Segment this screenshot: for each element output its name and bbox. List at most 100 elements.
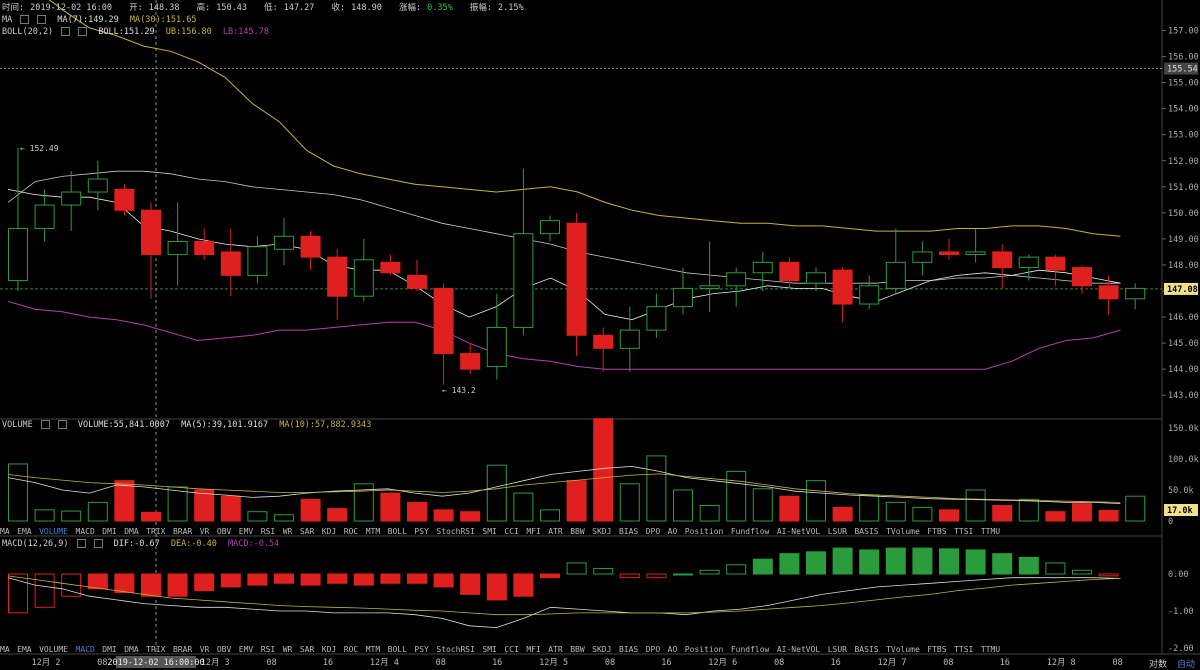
close-icon[interactable] bbox=[57, 420, 67, 429]
indicator-tab-brar[interactable]: BRAR bbox=[173, 527, 192, 536]
indicator-tab-sar[interactable]: SAR bbox=[300, 645, 314, 654]
indicator-tab-lsur[interactable]: LSUR bbox=[828, 527, 847, 536]
indicator-tab-ttmu[interactable]: TTMU bbox=[981, 527, 1000, 536]
indicator-tab-rsi[interactable]: RSI bbox=[261, 527, 275, 536]
indicator-tab-stochrsi[interactable]: StochRSI bbox=[436, 527, 475, 536]
indicator-tab-boll[interactable]: BOLL bbox=[388, 645, 407, 654]
indicator-tab-rsi[interactable]: RSI bbox=[261, 645, 275, 654]
indicator-tab-roc[interactable]: ROC bbox=[344, 527, 358, 536]
indicator-tab-roc[interactable]: ROC bbox=[344, 645, 358, 654]
indicator-tab-bbw[interactable]: BBW bbox=[570, 527, 584, 536]
indicator-tab-lsur[interactable]: LSUR bbox=[828, 645, 847, 654]
volume-bar bbox=[247, 511, 268, 522]
indicator-tab-dmi[interactable]: DMI bbox=[102, 645, 116, 654]
indicator-tab-vr[interactable]: VR bbox=[200, 645, 210, 654]
indicator-tab-dma[interactable]: DMA bbox=[124, 527, 138, 536]
indicator-tab-ma[interactable]: MA bbox=[0, 527, 10, 536]
candle-body bbox=[486, 326, 507, 368]
settings-icon[interactable] bbox=[40, 420, 50, 429]
indicator-tab-wr[interactable]: WR bbox=[283, 527, 293, 536]
auto-scale-button[interactable]: 自动 bbox=[1177, 657, 1195, 670]
indicator-tab-bbw[interactable]: BBW bbox=[570, 645, 584, 654]
indicator-tab-obv[interactable]: OBV bbox=[217, 527, 231, 536]
indicator-tab-wr[interactable]: WR bbox=[283, 645, 293, 654]
macd-axis-label: -1.00 bbox=[1168, 607, 1194, 617]
indicator-tab-vr[interactable]: VR bbox=[200, 527, 210, 536]
indicator-tab-atr[interactable]: ATR bbox=[548, 645, 562, 654]
settings-icon[interactable] bbox=[61, 27, 71, 36]
indicator-tab-ema[interactable]: EMA bbox=[17, 645, 31, 654]
indicator-tab-ema[interactable]: EMA bbox=[17, 527, 31, 536]
indicator-tab-position[interactable]: Position bbox=[685, 645, 724, 654]
log-scale-button[interactable]: 对数 bbox=[1149, 657, 1167, 670]
indicator-tab-fundflow[interactable]: Fundflow bbox=[731, 645, 770, 654]
indicator-tab-dmi[interactable]: DMI bbox=[102, 527, 116, 536]
close-icon[interactable] bbox=[78, 27, 88, 36]
indicator-tab-mtm[interactable]: MTM bbox=[366, 527, 380, 536]
indicator-tab-brar[interactable]: BRAR bbox=[173, 645, 192, 654]
indicator-tab-tvolume[interactable]: TVolume bbox=[886, 527, 920, 536]
macd-bar bbox=[726, 564, 747, 575]
grid-lines bbox=[0, 0, 1200, 655]
indicator-tab-mfi[interactable]: MFI bbox=[526, 645, 540, 654]
indicator-tab-smi[interactable]: SMI bbox=[482, 645, 496, 654]
candle-body bbox=[1072, 267, 1092, 287]
settings-icon[interactable] bbox=[76, 539, 86, 548]
indicator-tab-ttmu[interactable]: TTMU bbox=[981, 645, 1000, 654]
candle-body bbox=[1098, 285, 1119, 300]
indicator-tab-ftbs[interactable]: FTBS bbox=[927, 645, 946, 654]
indicator-tab-obv[interactable]: OBV bbox=[217, 645, 231, 654]
indicator-tab-sar[interactable]: SAR bbox=[300, 527, 314, 536]
indicator-tab-macd[interactable]: MACD bbox=[76, 527, 95, 536]
indicator-tab-psy[interactable]: PSY bbox=[414, 645, 428, 654]
indicator-tab-mfi[interactable]: MFI bbox=[526, 527, 540, 536]
indicator-tab-kdj[interactable]: KDJ bbox=[322, 527, 336, 536]
indicator-tab-ttsi[interactable]: TTSI bbox=[954, 527, 973, 536]
indicator-tab-position[interactable]: Position bbox=[685, 527, 724, 536]
indicator-tab-emv[interactable]: EMV bbox=[239, 527, 253, 536]
indicator-tab-kdj[interactable]: KDJ bbox=[322, 645, 336, 654]
candle bbox=[486, 293, 507, 380]
indicator-tab-ai-netvol[interactable]: AI-NetVOL bbox=[777, 645, 820, 654]
indicator-tab-trix[interactable]: TRIX bbox=[146, 645, 165, 654]
indicator-tab-cci[interactable]: CCI bbox=[504, 527, 518, 536]
indicator-tab-basis[interactable]: BASIS bbox=[854, 527, 878, 536]
indicator-tab-volume[interactable]: VOLUME bbox=[39, 645, 68, 654]
indicator-tab-basis[interactable]: BASIS bbox=[854, 645, 878, 654]
indicator-tab-stochrsi[interactable]: StochRSI bbox=[436, 645, 475, 654]
indicator-tab-ai-netvol[interactable]: AI-NetVOL bbox=[777, 527, 820, 536]
indicator-tab-ao[interactable]: AO bbox=[668, 527, 678, 536]
indicator-tab-ao[interactable]: AO bbox=[668, 645, 678, 654]
macd-bar bbox=[965, 549, 986, 575]
indicator-tab-skdj[interactable]: SKDJ bbox=[592, 527, 611, 536]
indicator-tab-volume[interactable]: VOLUME bbox=[39, 527, 68, 536]
indicator-tab-psy[interactable]: PSY bbox=[414, 527, 428, 536]
indicator-tab-emv[interactable]: EMV bbox=[239, 645, 253, 654]
indicator-tab-ftbs[interactable]: FTBS bbox=[927, 527, 946, 536]
time-axis-label: 12月 5 bbox=[539, 658, 568, 668]
indicator-tab-macd[interactable]: MACD bbox=[76, 645, 95, 654]
indicator-tab-ttsi[interactable]: TTSI bbox=[954, 645, 973, 654]
indicator-tab-dpo[interactable]: DPO bbox=[646, 645, 660, 654]
indicator-tab-dma[interactable]: DMA bbox=[124, 645, 138, 654]
indicator-tab-dpo[interactable]: DPO bbox=[646, 527, 660, 536]
close-icon[interactable] bbox=[37, 15, 47, 24]
indicator-tab-boll[interactable]: BOLL bbox=[388, 527, 407, 536]
price-axis-label: 150.00 bbox=[1168, 209, 1199, 219]
indicator-tab-bias[interactable]: BIAS bbox=[619, 645, 638, 654]
indicator-tab-ma[interactable]: MA bbox=[0, 645, 10, 654]
indicator-tab-skdj[interactable]: SKDJ bbox=[592, 645, 611, 654]
ma-label: MA bbox=[2, 15, 13, 25]
indicator-tab-smi[interactable]: SMI bbox=[482, 527, 496, 536]
settings-icon[interactable] bbox=[20, 15, 30, 24]
candle bbox=[1125, 283, 1146, 310]
indicator-tab-trix[interactable]: TRIX bbox=[146, 527, 165, 536]
indicator-tab-mtm[interactable]: MTM bbox=[366, 645, 380, 654]
indicator-tab-cci[interactable]: CCI bbox=[504, 645, 518, 654]
indicator-tab-atr[interactable]: ATR bbox=[548, 527, 562, 536]
indicator-tab-tvolume[interactable]: TVolume bbox=[886, 645, 920, 654]
indicator-tab-bias[interactable]: BIAS bbox=[619, 527, 638, 536]
chart-canvas[interactable]: 157.00 156.00 155.00 154.00 153.00 152.00 151.… bbox=[0, 0, 1200, 670]
close-icon[interactable] bbox=[93, 539, 103, 548]
indicator-tab-fundflow[interactable]: Fundflow bbox=[731, 527, 770, 536]
